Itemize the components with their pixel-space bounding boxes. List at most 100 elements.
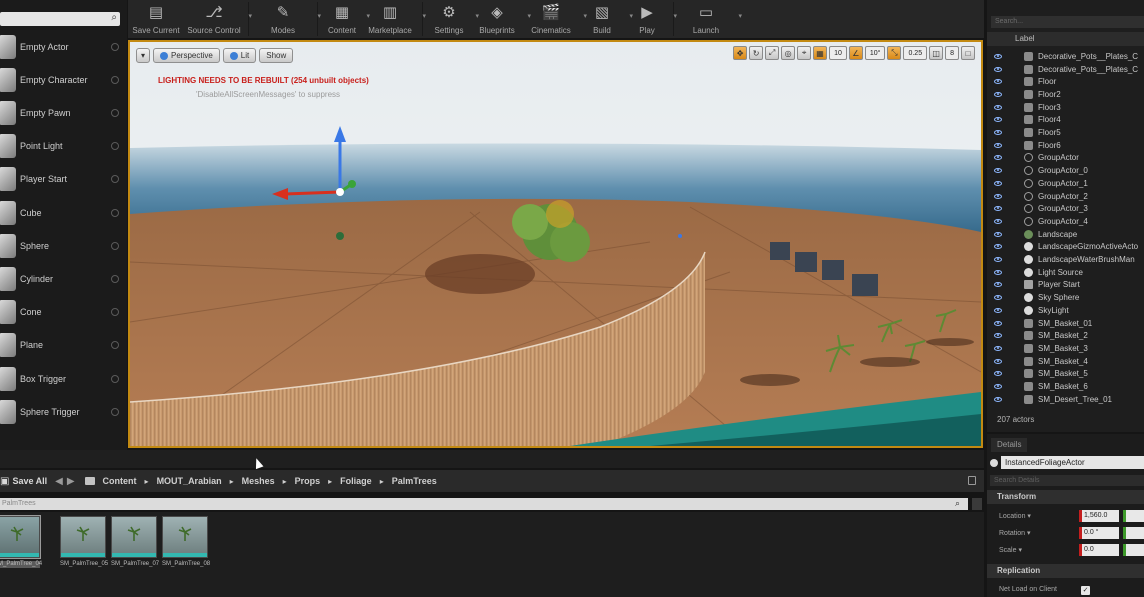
blueprints-button[interactable]: ◈ Blueprints ▾ bbox=[471, 0, 531, 38]
outliner-row[interactable]: SM_Basket_3 bbox=[987, 342, 1144, 355]
cinematics-button[interactable]: 🎬 Cinematics ▾ bbox=[523, 0, 587, 38]
outliner-row[interactable]: Light Source bbox=[987, 266, 1144, 279]
lit-button[interactable]: Lit bbox=[222, 48, 257, 63]
drag-handle-icon[interactable] bbox=[111, 75, 119, 84]
outliner-row[interactable]: Decorative_Pots__Plates_C bbox=[987, 50, 1144, 63]
outliner-row[interactable]: SM_Basket_4 bbox=[987, 355, 1144, 368]
perspective-button[interactable]: Perspective bbox=[153, 48, 220, 63]
outliner-row[interactable]: Floor bbox=[987, 75, 1144, 88]
visibility-eye-icon[interactable] bbox=[994, 79, 1002, 85]
filter-options-button[interactable] bbox=[972, 498, 982, 510]
drag-handle-icon[interactable] bbox=[111, 274, 119, 283]
drag-handle-icon[interactable] bbox=[111, 241, 119, 250]
drag-handle-icon[interactable] bbox=[111, 108, 119, 117]
place-actor-item[interactable]: Cone bbox=[0, 296, 122, 329]
outliner-row[interactable]: GroupActor_3 bbox=[987, 202, 1144, 215]
marketplace-button[interactable]: ▥ Marketplace ▾ bbox=[362, 0, 426, 38]
place-actor-item[interactable]: Sphere bbox=[0, 229, 122, 262]
rotation-x-field[interactable]: 0.0 ° bbox=[1079, 527, 1119, 539]
outliner-row[interactable]: SM_Desert_Tree_01 bbox=[987, 393, 1144, 406]
outliner-row[interactable]: GroupActor_2 bbox=[987, 190, 1144, 203]
chevron-down-icon[interactable]: ▾ bbox=[673, 12, 677, 20]
drag-handle-icon[interactable] bbox=[111, 142, 119, 151]
drag-handle-icon[interactable] bbox=[111, 42, 119, 51]
breadcrumb-item[interactable]: Foliage bbox=[340, 476, 372, 486]
breadcrumb-item[interactable]: Props bbox=[295, 476, 321, 486]
outliner-row[interactable]: GroupActor bbox=[987, 152, 1144, 165]
details-search-input[interactable]: Search Details bbox=[990, 475, 1144, 486]
source-control-button[interactable]: ⎇ Source Control ▾ bbox=[184, 0, 252, 38]
place-actor-item[interactable]: Empty Pawn bbox=[0, 96, 122, 129]
scale-snap-icon[interactable]: ⤡ bbox=[887, 46, 902, 60]
outliner-row[interactable]: Floor4 bbox=[987, 114, 1144, 127]
breadcrumb-separator-icon[interactable]: ▸ bbox=[145, 477, 149, 486]
place-actor-item[interactable]: Box Trigger bbox=[0, 362, 122, 395]
outliner-row[interactable]: SkyLight bbox=[987, 304, 1144, 317]
outliner-search-input[interactable]: Search... bbox=[991, 16, 1144, 28]
visibility-eye-icon[interactable] bbox=[994, 320, 1002, 326]
camera-speed-value[interactable]: 8 bbox=[945, 46, 959, 60]
lock-icon[interactable] bbox=[968, 476, 976, 485]
place-actor-item[interactable]: Sphere Trigger bbox=[0, 395, 122, 428]
outliner-row[interactable]: LandscapeGizmoActiveActo bbox=[987, 241, 1144, 254]
breadcrumb-separator-icon[interactable]: ▸ bbox=[283, 477, 287, 486]
net-load-checkbox[interactable]: ✓ bbox=[1081, 586, 1090, 595]
drag-handle-icon[interactable] bbox=[111, 208, 119, 217]
outliner-row[interactable]: Floor6 bbox=[987, 139, 1144, 152]
visibility-eye-icon[interactable] bbox=[994, 180, 1002, 186]
scale-y-field[interactable] bbox=[1123, 544, 1144, 556]
launch-button[interactable]: ▭ Launch ▾ bbox=[678, 0, 742, 38]
location-label[interactable]: Location ▾ bbox=[999, 512, 1031, 520]
drag-handle-icon[interactable] bbox=[111, 175, 119, 184]
outliner-row[interactable]: Floor2 bbox=[987, 88, 1144, 101]
visibility-eye-icon[interactable] bbox=[994, 269, 1002, 275]
outliner-row[interactable]: Floor3 bbox=[987, 101, 1144, 114]
scale-mode-icon[interactable]: ⤢ bbox=[765, 46, 780, 60]
grid-snap-value[interactable]: 10 bbox=[829, 46, 847, 60]
replication-section[interactable]: Replication bbox=[987, 564, 1144, 578]
visibility-eye-icon[interactable] bbox=[994, 91, 1002, 97]
outliner-row[interactable]: GroupActor_4 bbox=[987, 215, 1144, 228]
build-button[interactable]: ▧ Build ▾ bbox=[579, 0, 633, 38]
breadcrumb-item[interactable]: PalmTrees bbox=[392, 476, 437, 486]
viewport-options-dropdown[interactable]: ▾ bbox=[136, 48, 150, 63]
visibility-eye-icon[interactable] bbox=[994, 231, 1002, 237]
visibility-eye-icon[interactable] bbox=[994, 282, 1002, 288]
transform-section[interactable]: Transform bbox=[987, 490, 1144, 504]
visibility-eye-icon[interactable] bbox=[994, 345, 1002, 351]
maximize-viewport-icon[interactable]: □ bbox=[961, 46, 975, 60]
camera-speed-icon[interactable]: ◫ bbox=[929, 46, 944, 60]
scale-x-field[interactable]: 0.0 bbox=[1079, 544, 1119, 556]
details-tab[interactable]: Details bbox=[991, 438, 1028, 452]
world-space-icon[interactable]: ◎ bbox=[781, 46, 796, 60]
grid-snap-icon[interactable]: ▦ bbox=[813, 46, 828, 60]
rotation-snap-value[interactable]: 10° bbox=[864, 46, 886, 60]
place-actor-item[interactable]: Empty Character bbox=[0, 63, 122, 96]
settings-button[interactable]: ⚙ Settings ▾ bbox=[427, 0, 479, 38]
outliner-row[interactable]: SM_Basket_01 bbox=[987, 317, 1144, 330]
outliner-row[interactable]: GroupActor_0 bbox=[987, 164, 1144, 177]
chevron-down-icon[interactable]: ▾ bbox=[738, 12, 742, 20]
visibility-eye-icon[interactable] bbox=[994, 193, 1002, 199]
visibility-eye-icon[interactable] bbox=[994, 168, 1002, 174]
outliner-row[interactable]: Floor5 bbox=[987, 126, 1144, 139]
asset-filter-input[interactable]: PalmTrees bbox=[0, 498, 968, 510]
place-actor-item[interactable]: Point Light bbox=[0, 130, 122, 163]
visibility-eye-icon[interactable] bbox=[994, 358, 1002, 364]
asset-tile[interactable]: SM_PalmTree_08 bbox=[162, 516, 210, 568]
drag-handle-icon[interactable] bbox=[111, 341, 119, 350]
modes-button[interactable]: ✎ Modes ▾ bbox=[253, 0, 321, 38]
visibility-eye-icon[interactable] bbox=[994, 142, 1002, 148]
breadcrumb-separator-icon[interactable]: ▸ bbox=[230, 477, 234, 486]
breadcrumb-item[interactable]: MOUT_Arabian bbox=[157, 476, 222, 486]
visibility-eye-icon[interactable] bbox=[994, 206, 1002, 212]
outliner-row[interactable]: SM_Basket_6 bbox=[987, 380, 1144, 393]
asset-tile[interactable]: SM_PalmTree_04 bbox=[0, 515, 42, 568]
drag-handle-icon[interactable] bbox=[111, 407, 119, 416]
visibility-eye-icon[interactable] bbox=[994, 371, 1002, 377]
place-actors-search-input[interactable]: ⌕ bbox=[0, 12, 120, 26]
content-button[interactable]: ▦ Content ▾ bbox=[322, 0, 370, 38]
place-actor-item[interactable]: Cube bbox=[0, 196, 122, 229]
outliner-row[interactable]: SM_Basket_5 bbox=[987, 368, 1144, 381]
outliner-row[interactable]: Player Start bbox=[987, 279, 1144, 292]
